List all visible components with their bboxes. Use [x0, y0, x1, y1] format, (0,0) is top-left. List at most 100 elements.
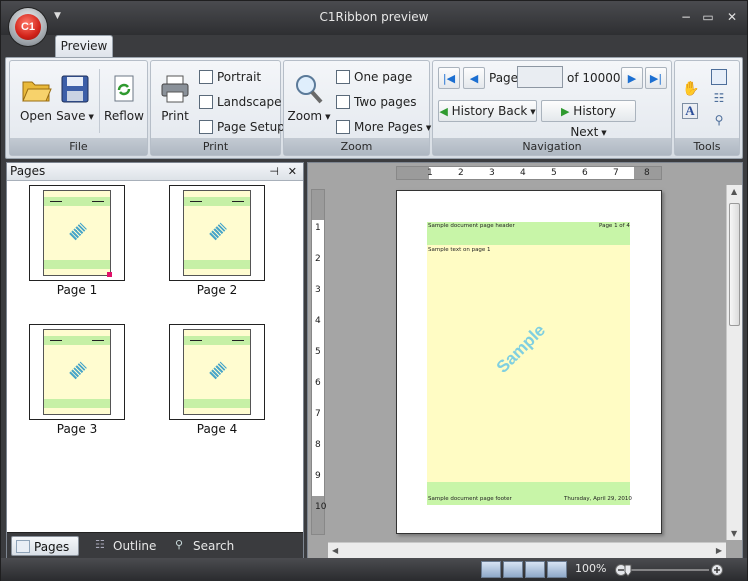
print-label: Print [161, 109, 189, 123]
single-page-view-button[interactable] [481, 561, 501, 578]
ruler-tick-label: 6 [315, 378, 321, 388]
minimize-button[interactable]: − [676, 9, 696, 25]
history-back-icon: ◀ [439, 105, 448, 118]
preview-pane[interactable]: 1 2 3 4 5 6 7 8 1 2 3 4 5 6 7 8 9 10 Sample document pag… [307, 162, 743, 559]
thumbnail-label: Page 3 [56, 422, 98, 436]
group-caption-file: File [10, 138, 147, 155]
find-text-icon[interactable]: ⚲ [711, 113, 727, 129]
landscape-label: Landscape [217, 95, 282, 109]
page-thumbnail-image [183, 190, 251, 276]
page-count-label: of 100000 [567, 71, 629, 85]
outline-icon: ☷ [95, 538, 105, 551]
multi-page-view-button[interactable] [547, 561, 567, 578]
page-indicator-text: Page 1 of 4 [599, 223, 630, 229]
reflow-button[interactable]: Reflow [102, 65, 146, 131]
next-page-button[interactable]: ▶ [621, 67, 643, 89]
more-pages-icon [336, 120, 350, 134]
scroll-down-icon[interactable]: ▼ [731, 529, 737, 538]
scroll-right-icon[interactable]: ▶ [716, 546, 722, 555]
previous-page-icon: ◀ [469, 72, 479, 85]
group-zoom: Zoom ▼ One page Two pages More Pages ▼ Zoo… [283, 60, 431, 156]
status-bar: 100% [1, 558, 747, 581]
history-next-label: History Next [570, 104, 616, 139]
document-page: Sample document page header Page 1 of 4 … [396, 190, 662, 534]
more-pages-button[interactable]: More Pages ▼ [336, 117, 431, 137]
chevron-down-icon: ▼ [530, 108, 536, 116]
next-page-icon: ▶ [627, 72, 637, 85]
page-setup-label: Page Setup [217, 120, 285, 134]
ruler-tick-label: 8 [644, 168, 650, 178]
tab-search[interactable]: ⚲ Search [171, 536, 241, 556]
history-next-button[interactable]: ▶ History Next ▼ [541, 100, 636, 139]
maximize-button[interactable]: ▭ [698, 9, 718, 25]
page-label: Page [489, 71, 519, 85]
vertical-ruler: 1 2 3 4 5 6 7 8 9 10 [311, 189, 327, 535]
tab-outline[interactable]: ☷ Outline [91, 536, 161, 556]
ruler-tick-label: 10 [315, 502, 327, 512]
two-pages-view-button[interactable] [525, 561, 545, 578]
first-page-button[interactable]: |◀ [438, 67, 460, 89]
save-button[interactable]: Save ▼ [54, 65, 96, 131]
tab-pages[interactable]: Pages [11, 536, 79, 556]
two-pages-icon [336, 95, 350, 109]
vertical-scrollbar[interactable]: ▲ ▼ [726, 185, 742, 540]
chevron-down-icon: ▼ [88, 113, 94, 121]
page-thumbnail-4[interactable] [169, 324, 265, 420]
group-caption-navigation: Navigation [433, 138, 671, 155]
ruler-tick-label: 2 [458, 168, 464, 178]
text-select-tool-icon[interactable]: A [682, 103, 698, 119]
application-window: C1 ▼ C1Ribbon preview − ▭ ✕ Preview Open… [0, 0, 748, 581]
ruler-tick-label: 4 [315, 316, 321, 326]
divider [99, 69, 100, 133]
more-pages-label: More Pages [354, 120, 423, 134]
history-back-button[interactable]: ◀ History Back ▼ [438, 100, 537, 122]
one-page-button[interactable]: One page [336, 67, 412, 87]
two-pages-label: Two pages [354, 95, 417, 109]
page-setup-button[interactable]: Page Setup [199, 117, 285, 137]
tab-search-label: Search [193, 539, 235, 553]
ribbon-tab-row: Preview [1, 35, 747, 57]
page-thumbnail-2[interactable] [169, 185, 265, 281]
tab-preview[interactable]: Preview [55, 35, 113, 57]
two-pages-button[interactable]: Two pages [336, 92, 417, 112]
page-content-area [427, 222, 630, 505]
chevron-down-icon: ▼ [425, 124, 432, 132]
group-caption-tools: Tools [675, 138, 739, 155]
zoom-button[interactable]: Zoom ▼ [286, 65, 332, 131]
application-menu-button[interactable]: C1 [9, 8, 47, 46]
pin-icon[interactable]: ⊣ [269, 163, 279, 180]
page-thumbnail-3[interactable] [29, 324, 125, 420]
vertical-scroll-thumb[interactable] [729, 203, 740, 326]
previous-page-button[interactable]: ◀ [463, 67, 485, 89]
scroll-left-icon[interactable]: ◀ [332, 546, 338, 555]
page-thumbnail-1[interactable] [29, 185, 125, 281]
panel-close-icon[interactable]: ✕ [288, 163, 297, 180]
landscape-button[interactable]: Landscape [199, 92, 281, 112]
floppy-disk-icon [59, 73, 91, 105]
continuous-view-button[interactable] [503, 561, 523, 578]
last-page-button[interactable]: ▶| [645, 67, 667, 89]
group-print: Print Portrait Landscape Page Setup Prin… [150, 60, 285, 156]
close-button[interactable]: ✕ [722, 9, 742, 25]
ruler-tick-label: 6 [582, 168, 588, 178]
scroll-up-icon[interactable]: ▲ [731, 187, 737, 196]
outline-tree-icon[interactable]: ☷ [711, 91, 727, 107]
ruler-tick-label: 3 [489, 168, 495, 178]
thumbnails-view-icon[interactable] [711, 69, 727, 85]
zoom-label: Zoom [287, 109, 323, 123]
zoom-slider[interactable] [615, 563, 723, 577]
group-navigation: |◀ ◀ Page of 100000 ▶ ▶| ◀ History Back ▼… [432, 60, 672, 156]
page-number-input[interactable] [517, 66, 563, 88]
pages-icon [16, 540, 30, 553]
horizontal-scrollbar[interactable]: ◀ ▶ [328, 542, 726, 558]
reflow-label: Reflow [104, 109, 144, 123]
ruler-tick-label: 7 [613, 168, 619, 178]
panel-tab-strip: Pages ☷ Outline ⚲ Search [7, 532, 303, 558]
print-button[interactable]: Print [153, 65, 197, 131]
open-button[interactable]: Open [14, 65, 58, 131]
pages-panel-header: Pages ⊣ ✕ [7, 163, 303, 181]
portrait-button[interactable]: Portrait [199, 67, 261, 87]
ruler-tick-label: 3 [315, 285, 321, 295]
hand-tool-icon[interactable]: ✋ [682, 81, 699, 97]
chevron-down-icon: ▼ [601, 129, 607, 137]
